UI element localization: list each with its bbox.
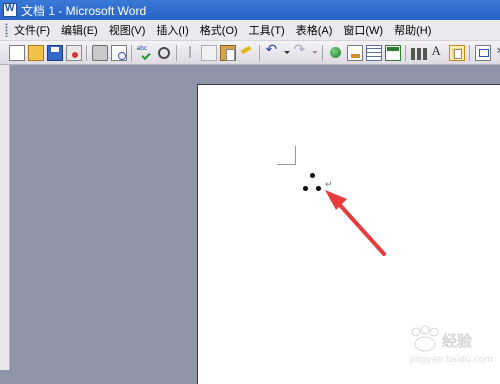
toolbar-options-icon[interactable]: [494, 45, 500, 61]
menu-format[interactable]: 格式(O): [200, 22, 238, 38]
columns-icon[interactable]: [411, 48, 427, 60]
toolbar-separator: [176, 45, 177, 61]
research-icon[interactable]: [156, 45, 172, 61]
therefore-symbol-dot-top: [310, 173, 315, 178]
permission-icon[interactable]: [66, 45, 82, 61]
redo-dropdown-icon[interactable]: [312, 45, 318, 61]
print-preview-icon[interactable]: [111, 45, 127, 61]
print-icon[interactable]: [92, 45, 108, 61]
save-icon[interactable]: [47, 45, 63, 61]
vertical-ruler: [0, 65, 10, 370]
spelling-icon[interactable]: [137, 45, 153, 61]
format-painter-icon[interactable]: [239, 45, 255, 61]
document-page[interactable]: ↵: [197, 84, 500, 384]
undo-icon[interactable]: [265, 45, 281, 61]
cut-icon[interactable]: [182, 45, 198, 61]
paragraph-mark: ↵: [325, 181, 333, 190]
menu-help[interactable]: 帮助(H): [394, 22, 431, 38]
menu-file[interactable]: 文件(F): [14, 22, 50, 38]
show-hide-icon[interactable]: [475, 45, 491, 61]
word-app-icon[interactable]: [3, 3, 17, 17]
menu-tools[interactable]: 工具(T): [249, 22, 285, 38]
window-title: 文档 1 - Microsoft Word: [21, 2, 146, 19]
toolbar-separator: [469, 45, 470, 61]
menu-view[interactable]: 视图(V): [109, 22, 146, 38]
hyperlink-icon[interactable]: [328, 45, 344, 61]
title-bar: 文档 1 - Microsoft Word: [0, 0, 500, 20]
tables-borders-icon[interactable]: [347, 45, 363, 61]
toolbar-separator: [259, 45, 260, 61]
toolbar-separator: [405, 45, 406, 61]
standard-toolbar: [0, 41, 500, 65]
therefore-symbol-dot-left: [303, 186, 308, 191]
document-map-icon[interactable]: [449, 45, 465, 61]
menu-insert[interactable]: 插入(I): [156, 22, 188, 38]
menu-window[interactable]: 窗口(W): [343, 22, 383, 38]
insert-excel-icon[interactable]: [385, 45, 401, 61]
insert-table-icon[interactable]: [366, 45, 382, 61]
menu-table[interactable]: 表格(A): [296, 22, 333, 38]
redo-icon[interactable]: [293, 45, 309, 61]
open-icon[interactable]: [28, 45, 44, 61]
paste-icon[interactable]: [220, 45, 236, 61]
therefore-symbol-dot-right: [316, 186, 321, 191]
copy-icon[interactable]: [201, 45, 217, 61]
toolbar-separator: [131, 45, 132, 61]
menu-grip-handle[interactable]: [5, 23, 8, 37]
undo-dropdown-icon[interactable]: [284, 45, 290, 61]
toolbar-separator: [86, 45, 87, 61]
drawing-icon[interactable]: [430, 45, 446, 61]
menu-bar: 文件(F) 编辑(E) 视图(V) 插入(I) 格式(O) 工具(T) 表格(A…: [0, 20, 500, 41]
menu-edit[interactable]: 编辑(E): [61, 22, 98, 38]
toolbar-separator: [322, 45, 323, 61]
text-boundary-corner-mark: [277, 146, 296, 165]
new-icon[interactable]: [9, 45, 25, 61]
